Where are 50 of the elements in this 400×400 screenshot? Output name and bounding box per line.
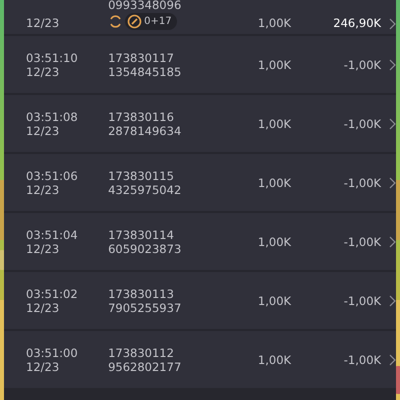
transaction-id: 9562802177 [108,360,182,374]
chevron-icon[interactable] [389,354,396,366]
chevron-icon[interactable] [389,118,396,130]
time-text: 03:51:02 [26,286,79,300]
round-id: 0993348096 [108,0,182,12]
bet-amount: 1,00K [256,116,292,130]
round-id: 173830114 [108,228,175,242]
transaction-id: 2878149634 [108,124,182,138]
transaction-id: 6059023873 [108,242,182,256]
win-amount: -1,00K [342,176,382,190]
time-text: 03:51:06 [26,168,79,182]
win-amount: -1,00K [342,352,382,366]
date-text: 12/23 [26,64,60,78]
win-amount: 246,90K [332,16,382,30]
time-text: 03:51:08 [26,110,79,124]
bet-amount: 1,00K [256,58,292,72]
chevron-icon[interactable] [389,176,396,188]
win-amount: -1,00K [342,294,382,308]
transaction-id: 1354845185 [108,64,182,78]
bet-amount: 1,00K [256,176,292,190]
refresh-icon [108,14,124,29]
date-text: 12/23 [26,16,60,30]
round-id: 173830117 [108,50,175,64]
date-text: 12/23 [26,300,60,314]
chevron-icon[interactable] [389,294,396,306]
bet-amount: 1,00K [256,234,292,248]
round-id: 173830112 [108,346,175,360]
compass-icon [127,14,142,29]
bet-amount: 1,00K [256,352,292,366]
round-id: 173830113 [108,286,175,300]
date-text: 12/23 [26,360,60,374]
bet-amount: 1,00K [256,294,292,308]
win-amount: -1,00K [342,58,382,72]
win-amount: -1,00K [342,116,382,130]
time-text: 03:51:10 [26,50,79,64]
transaction-id: 7905255937 [108,300,182,314]
date-text: 12/23 [26,182,60,196]
date-text: 12/23 [26,124,60,138]
bonus-count: 0+17 [144,14,172,28]
bet-amount: 1,00K [256,16,292,30]
round-id: 173830115 [108,168,175,182]
transaction-id: 4325975042 [108,182,182,196]
date-text: 12/23 [26,242,60,256]
round-id: 173830116 [108,110,175,124]
win-amount: -1,00K [342,234,382,248]
time-text: 03:51:04 [26,228,79,242]
chevron-icon[interactable] [389,58,396,70]
chevron-icon[interactable] [389,236,396,248]
time-text: 03:51:00 [26,346,79,360]
chevron-icon[interactable] [389,18,396,30]
